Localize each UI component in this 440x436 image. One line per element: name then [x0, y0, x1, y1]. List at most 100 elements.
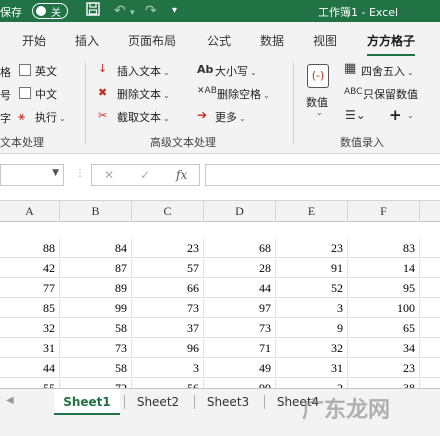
cell-d-value[interactable]: 97 [204, 299, 276, 318]
save-icon[interactable] [86, 2, 100, 21]
insert-text-icon: ↓ [98, 62, 108, 75]
undo-dropdown-icon[interactable]: ▾ [130, 4, 135, 22]
sheet-tab-sheet1[interactable]: Sheet1 [54, 389, 120, 415]
tab-home[interactable]: 开始 [22, 32, 46, 49]
autosave-toggle[interactable]: 关 [32, 3, 68, 19]
delete-text-button[interactable]: 删除文本 ⌄ [117, 86, 170, 102]
cell-a-value[interactable]: 88 [0, 239, 60, 258]
execute-button[interactable]: 执行 ⌄ [35, 109, 66, 125]
cell-a-value[interactable]: 77 [0, 279, 60, 298]
cell-e-value[interactable]: 32 [276, 339, 348, 358]
cell-f-value[interactable]: 95 [348, 279, 420, 298]
more-button[interactable]: 更多 ⌄ [215, 109, 246, 125]
list-dropdown-icon[interactable]: ☰⌄ [345, 108, 366, 122]
cell-d-value[interactable]: 44 [204, 279, 276, 298]
column-headers: A B C D E F [0, 200, 440, 222]
cell-e-value[interactable]: 31 [276, 359, 348, 378]
cell-a-value[interactable]: 32 [0, 319, 60, 338]
table-row: 32 58 37 73 9 65 [0, 319, 440, 338]
cell-d-value[interactable]: 73 [204, 319, 276, 338]
cell-c-value[interactable]: 66 [132, 279, 204, 298]
cell-b-value[interactable]: 99 [60, 299, 132, 318]
column-header-f[interactable]: F [348, 201, 420, 222]
column-header-c[interactable]: C [132, 201, 204, 222]
left-partial-1[interactable]: 格 [0, 64, 11, 80]
cell-b-value[interactable]: 84 [60, 239, 132, 258]
chinese-checkbox[interactable] [19, 87, 31, 99]
tab-view[interactable]: 视图 [313, 32, 337, 49]
confirm-icon[interactable]: ✓ [140, 168, 150, 182]
tab-page-layout[interactable]: 页面布局 [128, 32, 176, 49]
cell-b-value[interactable]: 58 [60, 319, 132, 338]
column-header-b[interactable]: B [60, 201, 132, 222]
sheet-nav-left-icon[interactable]: ◀ [6, 395, 14, 406]
undo-icon[interactable]: ↶ [114, 2, 126, 20]
cell-e-value[interactable]: 91 [276, 259, 348, 278]
cell-b-value[interactable]: 89 [60, 279, 132, 298]
cell-b-value[interactable]: 87 [60, 259, 132, 278]
redo-icon[interactable]: ↷ [145, 2, 157, 20]
delete-spaces-button[interactable]: 删除空格 ⌄ [217, 86, 270, 102]
column-header-e[interactable]: E [276, 201, 348, 222]
cell-a-value[interactable]: 85 [0, 299, 60, 318]
left-partial-2[interactable]: 号 [0, 87, 11, 103]
cell-b-value[interactable]: 58 [60, 359, 132, 378]
formula-bar: ▼ ⋮ ✕ ✓ fx [0, 154, 440, 200]
cell-f-value[interactable]: 14 [348, 259, 420, 278]
insert-function-button[interactable]: fx [176, 168, 187, 182]
tab-data[interactable]: 数据 [260, 32, 284, 49]
cell-e-value[interactable]: 3 [276, 299, 348, 318]
chevron-down-icon[interactable]: ▼ [52, 168, 59, 178]
name-box[interactable]: ▼ [0, 164, 64, 186]
tab-formulas[interactable]: 公式 [207, 32, 231, 49]
sheet-tab-sheet2[interactable]: Sheet2 [126, 389, 190, 415]
tab-insert[interactable]: 插入 [75, 32, 99, 49]
cancel-icon[interactable]: ✕ [104, 168, 114, 182]
case-button[interactable]: 大小写 ⌄ [215, 63, 257, 79]
toggle-state: 关 [51, 8, 61, 19]
column-header-a[interactable]: A [0, 201, 60, 222]
cell-c-value[interactable]: 57 [132, 259, 204, 278]
cell-c-value[interactable]: 3 [132, 359, 204, 378]
case-label: 大小写 [215, 65, 248, 78]
cell-e-value[interactable]: 23 [276, 239, 348, 258]
plus-icon[interactable]: + [389, 106, 402, 124]
sheet-tab-sheet3[interactable]: Sheet3 [196, 389, 260, 415]
insert-text-button[interactable]: 插入文本 ⌄ [117, 63, 170, 79]
cell-d-value[interactable]: 49 [204, 359, 276, 378]
formula-input[interactable] [205, 164, 440, 186]
cell-f-value[interactable]: 65 [348, 319, 420, 338]
quick-access-dropdown-icon[interactable]: ▾ [172, 2, 177, 20]
cell-f-value[interactable]: 83 [348, 239, 420, 258]
cell-c-value[interactable]: 37 [132, 319, 204, 338]
extract-text-button[interactable]: 截取文本 ⌄ [117, 109, 170, 125]
cell-a-value[interactable]: 31 [0, 339, 60, 358]
cell-a-value[interactable]: 44 [0, 359, 60, 378]
cell-e-value[interactable]: 52 [276, 279, 348, 298]
chevron-down-icon[interactable]: ⌄ [316, 108, 323, 117]
cell-f-value[interactable]: 100 [348, 299, 420, 318]
keep-value-button[interactable]: 只保留数值 [363, 86, 418, 102]
formula-bar-grip-icon[interactable]: ⋮ [75, 168, 85, 179]
cell-d-value[interactable]: 71 [204, 339, 276, 358]
english-checkbox[interactable] [19, 64, 31, 76]
cell-f-value[interactable]: 34 [348, 339, 420, 358]
cell-d-value[interactable]: 28 [204, 259, 276, 278]
cell-c-value[interactable]: 73 [132, 299, 204, 318]
group-divider [293, 62, 294, 144]
cell-c-value[interactable]: 23 [132, 239, 204, 258]
left-partial-3[interactable]: 字 [0, 110, 11, 126]
column-header-d[interactable]: D [204, 201, 276, 222]
cell-f-value[interactable]: 23 [348, 359, 420, 378]
cell-a-value[interactable]: 42 [0, 259, 60, 278]
chevron-down-icon[interactable]: ⌄ [407, 111, 414, 120]
table-row: 77 89 66 44 52 95 [0, 279, 440, 298]
value-icon: (-) [307, 64, 329, 88]
cell-c-value[interactable]: 96 [132, 339, 204, 358]
round-button[interactable]: 四舍五入 ⌄ [361, 63, 414, 79]
cell-e-value[interactable]: 9 [276, 319, 348, 338]
blank-row[interactable] [0, 222, 440, 239]
tab-fangfanggezi[interactable]: 方方格子 [367, 32, 416, 57]
cell-b-value[interactable]: 73 [60, 339, 132, 358]
cell-d-value[interactable]: 68 [204, 239, 276, 258]
